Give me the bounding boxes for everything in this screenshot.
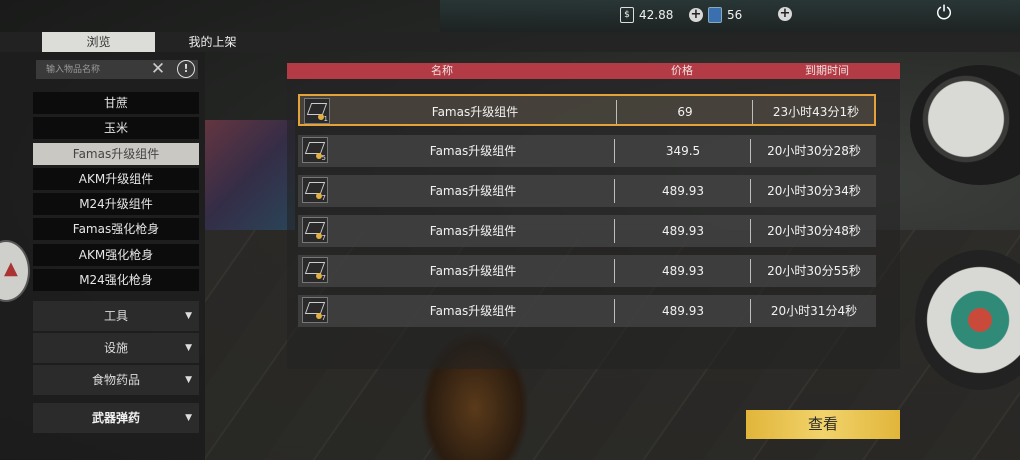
- column-divider: [614, 179, 615, 203]
- group-label: 武器弹药: [91, 411, 140, 425]
- chevron-down-icon: ▼: [185, 343, 192, 353]
- column-divider: [750, 139, 751, 163]
- item-price: 349.5: [665, 144, 701, 158]
- column-divider: [614, 299, 615, 323]
- category-item[interactable]: 玉米: [33, 117, 199, 140]
- item-expires: 23小时43分1秒: [772, 105, 860, 119]
- item-count: 1: [323, 115, 328, 123]
- tab-my-listings[interactable]: 我的上架: [155, 32, 270, 52]
- group-tools[interactable]: 工具 ▼: [33, 301, 199, 331]
- item-icon: 7: [302, 177, 328, 203]
- tab-bar: 浏览 我的上架: [0, 32, 1020, 52]
- item-count: 7: [321, 234, 326, 242]
- chevron-down-icon: ▼: [185, 311, 192, 321]
- category-item-selected[interactable]: Famas升级组件: [33, 142, 199, 165]
- item-expires: 20小时31分4秒: [770, 304, 858, 318]
- item-icon: 7: [302, 297, 328, 323]
- add-currency-1-button[interactable]: +: [689, 8, 703, 22]
- item-name: Famas升级组件: [429, 264, 517, 278]
- category-item[interactable]: Famas强化枪身: [33, 218, 199, 241]
- group-facilities[interactable]: 设施 ▼: [33, 333, 199, 363]
- item-count: 7: [321, 194, 326, 202]
- coin-icon: $: [620, 7, 634, 23]
- table-row[interactable]: 7 Famas升级组件 489.93 20小时30分55秒: [298, 255, 876, 287]
- item-expires: 20小时30分34秒: [767, 184, 861, 198]
- helmet-icon: ▲: [4, 258, 18, 279]
- search-icon[interactable]: !: [177, 60, 195, 78]
- listing-table: 1 Famas升级组件 69 23小时43分1秒 5 Famas升级组件 349…: [287, 79, 900, 369]
- tab-browse[interactable]: 浏览: [42, 32, 155, 52]
- search-input[interactable]: [36, 60, 146, 79]
- category-item[interactable]: M24强化枪身: [33, 269, 199, 292]
- table-row[interactable]: 5 Famas升级组件 349.5 20小时30分28秒: [298, 135, 876, 167]
- item-expires: 20小时30分48秒: [767, 224, 861, 238]
- item-name: Famas升级组件: [429, 224, 517, 238]
- table-row[interactable]: 7 Famas升级组件 489.93 20小时30分34秒: [298, 175, 876, 207]
- column-divider: [614, 139, 615, 163]
- item-price: 489.93: [662, 304, 704, 318]
- item-price: 489.93: [662, 224, 704, 238]
- group-label: 食物药品: [91, 373, 140, 387]
- category-list: 甘蔗 玉米 Famas升级组件 AKM升级组件 M24升级组件 Famas强化枪…: [33, 92, 199, 294]
- column-divider: [614, 259, 615, 283]
- category-sidebar: ✕ ! 甘蔗 玉米 Famas升级组件 AKM升级组件 M24升级组件 Fama…: [0, 52, 205, 459]
- item-name: Famas升级组件: [431, 105, 519, 119]
- group-weapons-ammo[interactable]: 武器弹药 ▼: [33, 403, 199, 433]
- currency-1-value: 42.88: [639, 8, 674, 22]
- item-icon: 7: [302, 217, 328, 243]
- item-count: 7: [321, 274, 326, 282]
- item-expires: 20小时30分28秒: [767, 144, 861, 158]
- view-button[interactable]: 查看: [746, 410, 900, 439]
- item-name: Famas升级组件: [429, 304, 517, 318]
- item-expires: 20小时30分55秒: [767, 264, 861, 278]
- currency-2: + 56: [689, 7, 742, 23]
- item-icon: 5: [302, 137, 328, 163]
- item-price: 489.93: [662, 184, 704, 198]
- column-divider: [750, 179, 751, 203]
- scene-decoration-top: [910, 65, 1020, 185]
- item-name: Famas升级组件: [429, 144, 517, 158]
- category-item[interactable]: M24升级组件: [33, 193, 199, 216]
- search-box: ✕ !: [36, 60, 198, 79]
- table-row[interactable]: 7 Famas升级组件 489.93 20小时30分48秒: [298, 215, 876, 247]
- item-name: Famas升级组件: [429, 184, 517, 198]
- header-price: 价格: [671, 64, 693, 77]
- table-row[interactable]: 7 Famas升级组件 489.93 20小时31分4秒: [298, 295, 876, 327]
- close-icon[interactable]: ✕: [149, 60, 167, 79]
- add-currency-2-button[interactable]: +: [778, 7, 792, 21]
- item-price: 69: [677, 105, 693, 119]
- top-bar: $ 42.88 + 56 + ⏻: [0, 0, 1020, 32]
- group-food-medicine[interactable]: 食物药品 ▼: [33, 365, 199, 395]
- power-icon[interactable]: ⏻: [934, 3, 954, 23]
- category-item[interactable]: 甘蔗: [33, 92, 199, 114]
- category-item[interactable]: AKM强化枪身: [33, 243, 199, 266]
- column-divider: [752, 100, 753, 124]
- listing-table-header: 名称 价格 到期时间: [287, 63, 900, 79]
- header-name: 名称: [431, 64, 453, 77]
- item-icon: 1: [304, 98, 330, 124]
- header-expires: 到期时间: [805, 64, 849, 77]
- column-divider: [616, 100, 617, 124]
- category-item[interactable]: AKM升级组件: [33, 167, 199, 190]
- item-count: 7: [321, 314, 326, 322]
- chevron-down-icon: ▼: [185, 413, 192, 423]
- item-count: 5: [321, 154, 326, 162]
- column-divider: [750, 259, 751, 283]
- column-divider: [750, 299, 751, 323]
- add-currency-2: +: [778, 7, 792, 21]
- currency-2-value: 56: [727, 8, 743, 22]
- group-label: 设施: [103, 341, 128, 355]
- card-icon: [708, 7, 722, 23]
- group-label: 工具: [103, 309, 128, 323]
- column-divider: [614, 219, 615, 243]
- item-icon: 7: [302, 257, 328, 283]
- item-price: 489.93: [662, 264, 704, 278]
- chevron-down-icon: ▼: [185, 375, 192, 385]
- column-divider: [750, 219, 751, 243]
- scene-graffiti-wall: [205, 120, 295, 230]
- currency-1: $ 42.88: [620, 7, 673, 23]
- table-row-selected[interactable]: 1 Famas升级组件 69 23小时43分1秒: [298, 94, 876, 126]
